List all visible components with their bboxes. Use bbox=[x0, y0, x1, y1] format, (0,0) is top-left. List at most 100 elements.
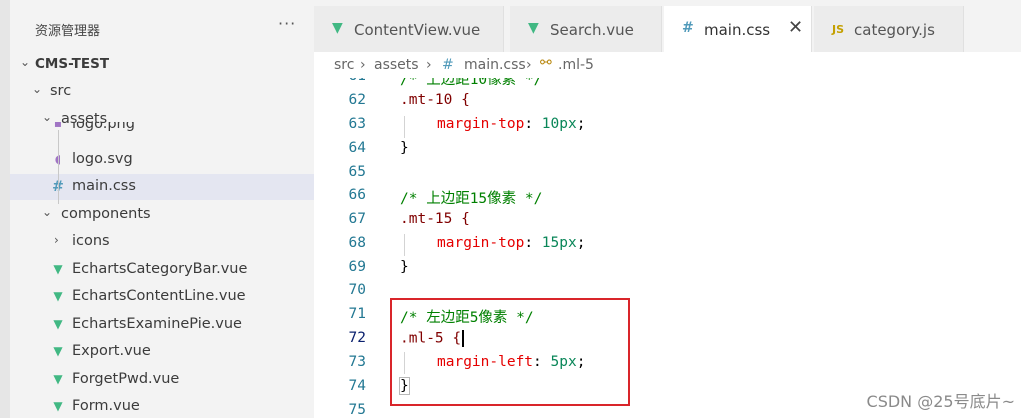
tab-category-js[interactable]: JS category.js bbox=[814, 6, 964, 52]
chevron-right-icon: › bbox=[360, 57, 366, 73]
tree-item-icons[interactable]: › icons bbox=[10, 229, 314, 255]
vue-file-icon: ▼ bbox=[528, 20, 539, 36]
tree-item-src[interactable]: ⌄ src bbox=[10, 79, 314, 105]
tree-item-label: EchartsContentLine.vue bbox=[72, 288, 246, 304]
tree-item-vue-file[interactable]: ▼ Form.vue bbox=[10, 394, 314, 418]
code-line: 69 } bbox=[314, 256, 1021, 280]
explorer-title: 资源管理器 bbox=[35, 24, 101, 39]
tree-item-label: logo.svg bbox=[72, 151, 133, 167]
more-actions-icon[interactable]: ··· bbox=[278, 14, 296, 33]
indent-guide bbox=[58, 130, 59, 204]
tab-main-css[interactable]: # main.css ✕ bbox=[664, 6, 812, 52]
code-declaration: margin-top: 15px; bbox=[437, 235, 586, 251]
tree-item-vue-file[interactable]: ▼ ForgetPwd.vue bbox=[10, 367, 314, 393]
line-number: 68 bbox=[348, 235, 366, 251]
selector-symbol-icon: ⚯ bbox=[540, 55, 552, 71]
code-selector: .mt-15 { bbox=[400, 211, 470, 227]
code-line: 63 margin-top: 10px; bbox=[314, 113, 1021, 137]
line-number: 70 bbox=[348, 282, 366, 298]
activity-bar-edge bbox=[0, 0, 10, 418]
tree-item-label: Export.vue bbox=[72, 343, 151, 359]
css-file-icon: # bbox=[442, 57, 454, 73]
vue-file-icon: ▼ bbox=[53, 344, 63, 358]
tree-item-label: ForgetPwd.vue bbox=[72, 371, 180, 387]
tree-item-components[interactable]: ⌄ components bbox=[10, 202, 314, 228]
tab-search[interactable]: ▼ Search.vue bbox=[510, 6, 662, 52]
code-line: 68 margin-top: 15px; bbox=[314, 232, 1021, 256]
css-property: margin-top bbox=[437, 235, 525, 251]
tree-item-label: src bbox=[50, 83, 72, 99]
explorer-sidebar: 资源管理器 ··· ⌄ CMS-TEST ⌄ src ⌄ assets ▪ lo… bbox=[10, 0, 314, 418]
tree-item-label: EchartsCategoryBar.vue bbox=[72, 261, 248, 277]
code-line: 64 } bbox=[314, 137, 1021, 161]
tab-contentview[interactable]: ▼ ContentView.vue bbox=[314, 6, 504, 52]
code-line: 61 /* 上边距10像素 */ bbox=[314, 78, 1021, 89]
code-line: 65 bbox=[314, 161, 1021, 185]
tree-item-logo-png[interactable]: ▪ logo.png bbox=[10, 122, 314, 138]
line-number: 63 bbox=[348, 116, 366, 132]
tree-item-label: EchartsExaminePie.vue bbox=[72, 316, 242, 332]
chevron-right-icon: › bbox=[526, 57, 532, 73]
tree-root-cms-test[interactable]: ⌄ CMS-TEST bbox=[10, 52, 314, 78]
css-property: margin-top bbox=[437, 116, 525, 132]
vue-file-icon: ▼ bbox=[53, 289, 63, 303]
css-value: 15px bbox=[541, 235, 577, 251]
chevron-right-icon: › bbox=[426, 57, 432, 73]
line-number: 66 bbox=[348, 187, 366, 203]
explorer-header: 资源管理器 ··· bbox=[10, 0, 314, 54]
code-comment: /* 上边距15像素 */ bbox=[400, 191, 543, 207]
code-brace: } bbox=[400, 140, 409, 156]
annotation-highlight-box bbox=[390, 298, 630, 406]
code-selector: .mt-10 { bbox=[400, 92, 470, 108]
chevron-down-icon: ⌄ bbox=[32, 82, 43, 96]
vue-file-icon: ▼ bbox=[332, 20, 343, 36]
vue-file-icon: ▼ bbox=[53, 372, 63, 386]
tree-item-label: logo.png bbox=[72, 122, 135, 132]
tree-item-vue-file[interactable]: ▼ Export.vue bbox=[10, 339, 314, 365]
tab-label: category.js bbox=[854, 21, 935, 39]
tree-item-logo-svg[interactable]: ◖ logo.svg bbox=[10, 147, 314, 173]
tab-label: ContentView.vue bbox=[354, 21, 481, 39]
breadcrumb-main-css[interactable]: main.css bbox=[464, 57, 526, 73]
code-brace: } bbox=[400, 259, 409, 275]
code-editor[interactable]: 61 /* 上边距10像素 */ 62 .mt-10 { 63 margin-t… bbox=[314, 78, 1021, 418]
line-number: 64 bbox=[348, 140, 366, 156]
line-number: 71 bbox=[348, 306, 366, 322]
breadcrumb-assets[interactable]: assets bbox=[374, 57, 419, 73]
chevron-down-icon: ⌄ bbox=[42, 205, 53, 219]
breadcrumb-src[interactable]: src bbox=[334, 57, 354, 73]
line-number: 61 bbox=[314, 78, 366, 84]
code-comment: /* 上边距10像素 */ bbox=[400, 78, 543, 88]
code-line: 67 .mt-15 { bbox=[314, 208, 1021, 232]
tree-root-label: CMS-TEST bbox=[35, 56, 110, 72]
tab-label: main.css bbox=[704, 21, 771, 39]
line-number: 73 bbox=[348, 354, 366, 370]
breadcrumb: src › assets › # main.css › ⚯ .ml-5 bbox=[314, 52, 1021, 78]
watermark: CSDN @25号底片~ bbox=[866, 392, 1015, 411]
tree-item-label: Form.vue bbox=[72, 398, 140, 414]
code-line: 66 /* 上边距15像素 */ bbox=[314, 184, 1021, 208]
line-number: 74 bbox=[348, 378, 366, 394]
close-icon[interactable]: ✕ bbox=[788, 17, 803, 38]
tree-item-vue-file[interactable]: ▼ EchartsExaminePie.vue bbox=[10, 312, 314, 338]
vue-file-icon: ▼ bbox=[53, 262, 63, 276]
chevron-right-icon: › bbox=[54, 233, 59, 247]
line-number: 69 bbox=[348, 259, 366, 275]
editor-tab-bar: ▼ ContentView.vue ▼ Search.vue # main.cs… bbox=[314, 0, 1021, 52]
code-declaration: margin-top: 10px; bbox=[437, 116, 586, 132]
chevron-down-icon: ⌄ bbox=[20, 55, 31, 69]
tree-item-vue-file[interactable]: ▼ EchartsContentLine.vue bbox=[10, 284, 314, 310]
breadcrumb-ml-5[interactable]: .ml-5 bbox=[558, 57, 594, 73]
tab-label: Search.vue bbox=[550, 21, 634, 39]
css-file-icon: # bbox=[682, 20, 694, 36]
css-value: 10px bbox=[541, 116, 577, 132]
line-number: 72 bbox=[348, 330, 366, 346]
line-number: 67 bbox=[348, 211, 366, 227]
tree-item-label: main.css bbox=[72, 178, 136, 194]
vue-file-icon: ▼ bbox=[53, 399, 63, 413]
js-file-icon: JS bbox=[832, 23, 845, 36]
tree-item-vue-file[interactable]: ▼ EchartsCategoryBar.vue bbox=[10, 257, 314, 283]
tree-item-main-css[interactable]: # main.css bbox=[10, 174, 314, 200]
line-number: 75 bbox=[348, 402, 366, 418]
tree-item-label: icons bbox=[72, 233, 110, 249]
